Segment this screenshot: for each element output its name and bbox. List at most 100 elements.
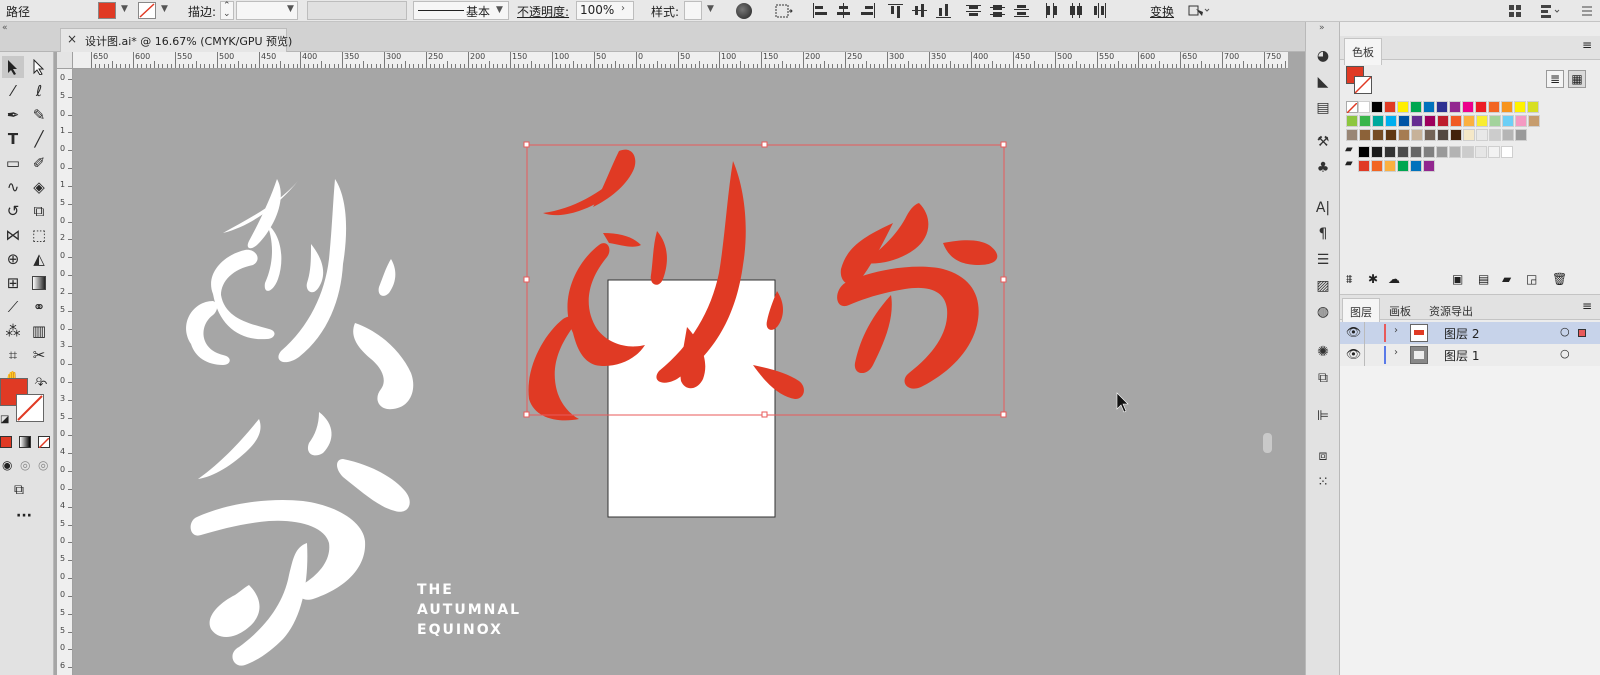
none-mode-icon[interactable] <box>38 436 50 449</box>
color-swatch[interactable] <box>1423 146 1435 158</box>
target-icon[interactable]: ○ <box>1560 325 1570 338</box>
color-swatch[interactable] <box>1450 129 1462 141</box>
pen-tool-icon[interactable]: ✒ <box>2 104 24 126</box>
selection-handle-ml[interactable] <box>523 276 530 283</box>
layers-tab[interactable]: 图层 <box>1342 298 1380 325</box>
width-tool-icon[interactable]: ⋈ <box>2 224 24 246</box>
swatch-options-icon[interactable]: ▤ <box>1478 272 1489 286</box>
draw-inside-icon[interactable]: ◎ <box>38 458 48 472</box>
color-swatch[interactable] <box>1385 115 1397 127</box>
distribute-top-icon[interactable] <box>966 3 982 18</box>
paintbrush-tool-icon[interactable]: ✐ <box>28 152 50 174</box>
align-vertical-center-icon[interactable] <box>912 3 928 18</box>
stroke-color-box[interactable] <box>16 394 44 422</box>
color-swatch[interactable] <box>1397 160 1409 172</box>
graphic-style-swatch[interactable] <box>684 1 702 20</box>
recolor-artwork-icon[interactable] <box>736 3 752 19</box>
distribute-right-icon[interactable] <box>1092 3 1108 18</box>
variable-width-dropdown[interactable] <box>307 1 407 20</box>
type-tool-icon[interactable]: T <box>2 128 24 150</box>
layer-name[interactable]: 图层 2 <box>1444 325 1479 342</box>
line-segment-tool-icon[interactable]: ╱ <box>28 128 50 150</box>
ruler-origin[interactable] <box>57 52 73 69</box>
distribute-horizontal-center-icon[interactable] <box>1068 3 1084 18</box>
color-swatch[interactable] <box>1515 129 1527 141</box>
align-bottom-icon[interactable] <box>936 3 952 18</box>
isolate-group-icon[interactable] <box>1188 3 1210 19</box>
color-swatch[interactable] <box>1463 115 1475 127</box>
layers-menu-icon[interactable]: ≡ <box>1582 299 1592 313</box>
color-swatch[interactable] <box>1488 146 1500 158</box>
color-swatch[interactable] <box>1358 146 1370 158</box>
selection-handle-mr[interactable] <box>1000 276 1007 283</box>
color-swatch[interactable] <box>1372 115 1384 127</box>
swatches-tab[interactable]: 色板 <box>1344 38 1382 65</box>
style-dropdown-icon[interactable]: ▼ <box>707 4 714 14</box>
selection-handle-br[interactable] <box>1000 411 1007 418</box>
eyedropper-tool-icon[interactable]: ⟋ <box>2 296 24 318</box>
transform-panel-icon[interactable]: ⁙ <box>1313 472 1333 492</box>
color-swatch[interactable] <box>1359 115 1371 127</box>
horizontal-ruler[interactable]: 650 600 550 500 450 400 350 300 250 200 150 100 50 0 5… <box>73 52 1288 69</box>
color-swatch[interactable] <box>1475 146 1487 158</box>
distribute-bottom-icon[interactable] <box>1014 3 1030 18</box>
mesh-tool-icon[interactable]: ⊞ <box>2 272 24 294</box>
opacity-label[interactable]: 不透明度: <box>517 3 569 20</box>
panel-menu-icon[interactable] <box>1580 4 1594 18</box>
visibility-eye-icon[interactable]: 👁 <box>1346 325 1361 339</box>
align-top-icon[interactable] <box>888 3 904 18</box>
direct-selection-tool-icon[interactable] <box>28 56 50 78</box>
swap-fill-stroke-icon[interactable]: ↶ <box>38 378 47 391</box>
color-guide-icon[interactable]: ◕ <box>1313 46 1333 66</box>
rotate-tool-icon[interactable]: ↺ <box>2 200 24 222</box>
selection-handle-tc[interactable] <box>761 141 768 148</box>
layer-name[interactable]: 图层 1 <box>1444 347 1479 364</box>
color-swatch[interactable] <box>1358 160 1370 172</box>
add-used-colors-icon[interactable]: ✱ <box>1368 272 1378 286</box>
color-swatch[interactable] <box>1371 146 1383 158</box>
perspective-grid-tool-icon[interactable]: ◭ <box>28 248 50 270</box>
artboard-tool-icon[interactable]: ⌗ <box>2 344 24 366</box>
new-color-group-icon[interactable]: ▰ <box>1502 272 1511 286</box>
layer-row[interactable]: 👁 › 图层 2 ○ <box>1340 322 1600 344</box>
selection-handle-tl[interactable] <box>523 141 530 148</box>
color-swatch[interactable] <box>1514 101 1526 113</box>
layer-row[interactable]: 👁 › 图层 1 ○ <box>1340 344 1600 366</box>
color-swatch[interactable] <box>1501 101 1513 113</box>
color-swatch[interactable] <box>1423 101 1435 113</box>
canvas-scrollbar-thumb[interactable] <box>1263 433 1272 453</box>
close-tab-icon[interactable]: × <box>67 32 77 46</box>
selection-handle-bl[interactable] <box>523 411 530 418</box>
stroke-panel-icon[interactable]: ☰ <box>1313 250 1333 270</box>
free-transform-tool-icon[interactable]: ⬚ <box>28 224 50 246</box>
distribute-left-icon[interactable] <box>1044 3 1060 18</box>
color-swatch[interactable] <box>1384 160 1396 172</box>
column-graph-tool-icon[interactable]: ▥ <box>28 320 50 342</box>
align-right-icon[interactable] <box>860 3 876 18</box>
stroke-weight-stepper[interactable]: ⌃ ⌄ <box>220 1 234 20</box>
color-swatch[interactable] <box>1488 101 1500 113</box>
libraries-panel-icon[interactable]: ✺ <box>1313 342 1333 362</box>
rectangle-tool-icon[interactable]: ▭ <box>2 152 24 174</box>
color-swatch[interactable] <box>1437 129 1449 141</box>
brush-definition-dropdown[interactable]: 基本 ▼ <box>413 1 509 20</box>
draw-normal-icon[interactable]: ◉ <box>2 458 12 472</box>
color-swatch[interactable] <box>1397 101 1409 113</box>
stroke-color-swatch[interactable] <box>138 2 156 19</box>
color-swatch[interactable] <box>1423 160 1435 172</box>
default-fill-stroke-icon[interactable]: ◪ <box>0 414 9 425</box>
color-swatch[interactable] <box>1346 115 1358 127</box>
color-group-icon[interactable]: ▣ <box>1452 272 1463 286</box>
swatch-libraries-icon[interactable]: ⩩ <box>1346 272 1352 287</box>
screen-mode-icon[interactable]: ⧉ <box>14 482 24 498</box>
symbols-panel-icon[interactable]: ♣ <box>1313 158 1333 178</box>
transform-label[interactable]: 变换 <box>1150 3 1174 20</box>
distribute-vertical-center-icon[interactable] <box>990 3 1006 18</box>
expand-layer-icon[interactable]: › <box>1394 347 1398 358</box>
color-swatch[interactable] <box>1359 129 1371 141</box>
fill-dropdown-icon[interactable]: ▼ <box>121 4 128 14</box>
gradient-tool-icon[interactable] <box>28 272 50 294</box>
color-swatch[interactable] <box>1424 129 1436 141</box>
color-swatch[interactable] <box>1371 101 1383 113</box>
color-swatch[interactable] <box>1411 115 1423 127</box>
